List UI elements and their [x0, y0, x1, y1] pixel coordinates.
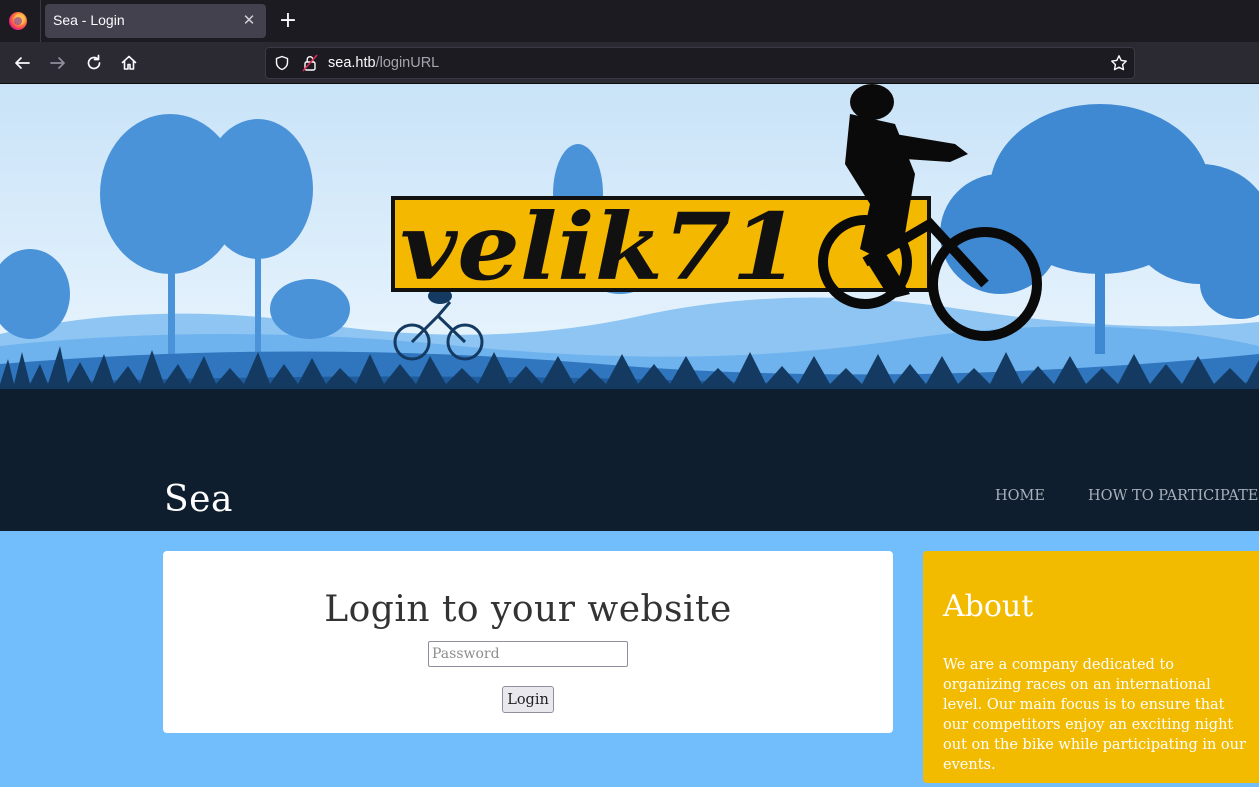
login-button[interactable]: Login [502, 686, 554, 713]
web-page: velik71 Sea HOME HOW TO PARTICIPATE Logi… [0, 84, 1259, 787]
new-tab-icon[interactable]: + [277, 10, 299, 32]
firefox-logo-icon[interactable] [9, 12, 27, 30]
hero-logo-text: velik71 [400, 193, 800, 301]
hero-illustration: velik71 [0, 84, 1259, 531]
login-heading: Login to your website [324, 589, 732, 630]
star-icon[interactable] [1110, 54, 1128, 72]
tab-close-icon[interactable]: ✕ [240, 11, 258, 29]
url-host: sea.htb [328, 55, 376, 71]
about-heading: About [943, 589, 1034, 624]
forward-icon[interactable] [46, 51, 70, 75]
nav-home-link[interactable]: HOME [995, 488, 1045, 504]
login-card: Login to your website Login [163, 551, 893, 733]
about-text: We are a company dedicated to organizing… [943, 657, 1246, 773]
url-path: /loginURL [375, 55, 440, 71]
tab-separator [40, 0, 41, 42]
password-input[interactable] [428, 641, 628, 667]
reload-icon[interactable] [82, 51, 106, 75]
hero-banner: velik71 [0, 84, 1259, 531]
browser-tab-bar: Sea - Login ✕ + [0, 0, 1259, 42]
nav-how-to-participate-link[interactable]: HOW TO PARTICIPATE [1088, 488, 1258, 504]
about-card: About We are a company dedicated to orga… [923, 551, 1259, 783]
lock-icon[interactable] [302, 54, 318, 72]
tab-title: Sea - Login [53, 12, 125, 28]
address-bar[interactable]: sea.htb/loginURL [265, 47, 1135, 79]
browser-nav-bar: sea.htb/loginURL [0, 42, 1259, 84]
site-title[interactable]: Sea [164, 479, 233, 520]
shield-icon[interactable] [274, 55, 290, 71]
back-icon[interactable] [10, 51, 34, 75]
home-icon[interactable] [117, 51, 141, 75]
browser-tab-active[interactable]: Sea - Login ✕ [45, 4, 266, 38]
url-text: sea.htb/loginURL [328, 55, 439, 71]
